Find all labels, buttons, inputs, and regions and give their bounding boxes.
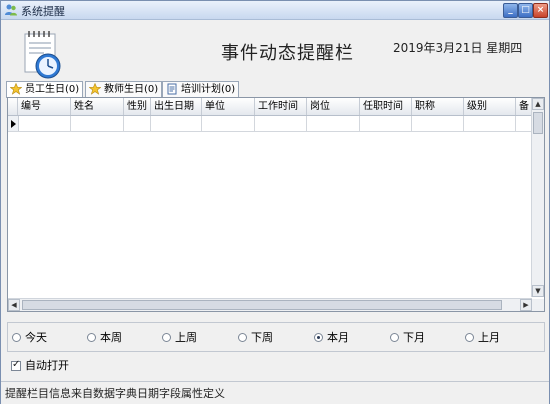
tab-label: 教师生日(0) <box>104 84 159 95</box>
radio-last-month[interactable]: 上月 <box>465 332 500 344</box>
table-cell[interactable] <box>202 116 255 131</box>
window-title: 系统提醒 <box>21 5 65 18</box>
radio-label: 上周 <box>175 331 197 344</box>
status-text: 提醒栏目信息来自数据字典日期字段属性定义 <box>5 387 225 400</box>
radio-indicator <box>390 333 399 342</box>
close-button[interactable]: × <box>533 3 548 18</box>
grid-header: 编号 姓名 性别 出生日期 单位 工作时间 岗位 任职时间 职称 级别 备注 <box>8 98 532 116</box>
col-header[interactable]: 姓名 <box>71 98 124 115</box>
radio-label: 本月 <box>327 331 349 344</box>
table-row[interactable] <box>8 116 532 132</box>
col-header[interactable]: 编号 <box>18 98 71 115</box>
col-header[interactable]: 岗位 <box>307 98 360 115</box>
checkbox-box <box>11 359 21 371</box>
page-title: 事件动态提醒栏 <box>221 43 354 64</box>
tab-label: 培训计划(0) <box>181 84 236 95</box>
radio-indicator <box>12 333 21 342</box>
scroll-up-button[interactable]: ▲ <box>532 98 544 110</box>
users-icon <box>5 4 17 16</box>
col-header[interactable]: 级别 <box>464 98 516 115</box>
table-cell[interactable] <box>412 116 464 131</box>
horizontal-scrollbar[interactable]: ◀ ▶ <box>8 298 532 311</box>
radio-this-month[interactable]: 本月 <box>314 332 349 344</box>
maximize-button[interactable]: □ <box>518 3 533 18</box>
notepad-clock-icon <box>24 31 61 79</box>
period-filter: 今天 本周 上周 下周 本月 下月 上月 <box>7 322 545 352</box>
radio-label: 本周 <box>100 331 122 344</box>
vertical-scrollbar[interactable]: ▲ ▼ <box>531 98 544 297</box>
scroll-down-button[interactable]: ▼ <box>532 285 544 297</box>
header-corner <box>8 98 18 115</box>
table-cell[interactable] <box>71 116 124 131</box>
star-icon <box>89 83 101 95</box>
scroll-right-button[interactable]: ▶ <box>520 299 532 311</box>
table-cell[interactable] <box>307 116 360 131</box>
col-header[interactable]: 出生日期 <box>151 98 202 115</box>
minimize-button[interactable]: _ <box>503 3 518 18</box>
radio-next-week[interactable]: 下周 <box>238 332 273 344</box>
table-cell[interactable] <box>18 116 71 131</box>
table-cell[interactable] <box>360 116 412 131</box>
radio-indicator <box>87 333 96 342</box>
status-bar: 提醒栏目信息来自数据字典日期字段属性定义 <box>1 381 549 404</box>
radio-indicator <box>465 333 474 342</box>
tab-teacher-birthday[interactable]: 教师生日(0) <box>85 81 162 97</box>
radio-label: 今天 <box>25 331 47 344</box>
horizontal-scroll-thumb[interactable] <box>22 300 502 310</box>
header-panel: 事件动态提醒栏 2019年3月21日 星期四 <box>1 20 549 80</box>
col-header[interactable]: 性别 <box>124 98 151 115</box>
radio-last-week[interactable]: 上周 <box>162 332 197 344</box>
radio-indicator <box>238 333 247 342</box>
col-header[interactable]: 职称 <box>412 98 464 115</box>
col-header[interactable]: 单位 <box>202 98 255 115</box>
radio-today[interactable]: 今天 <box>12 332 47 344</box>
checkbox-label: 自动打开 <box>25 359 69 372</box>
star-icon <box>10 83 22 95</box>
radio-label: 下周 <box>251 331 273 344</box>
data-grid[interactable]: 编号 姓名 性别 出生日期 单位 工作时间 岗位 任职时间 职称 级别 备注 <box>7 97 545 312</box>
radio-indicator <box>162 333 171 342</box>
tab-employee-birthday[interactable]: 员工生日(0) <box>6 81 83 98</box>
vertical-scroll-thumb[interactable] <box>533 112 543 134</box>
radio-this-week[interactable]: 本周 <box>87 332 122 344</box>
scroll-corner <box>532 299 544 311</box>
reminder-window: 系统提醒 _ □ × 事件动态提醒栏 2019年3月21日 星期四 员工生日(0… <box>0 0 550 404</box>
tab-training-plan[interactable]: 培训计划(0) <box>162 81 239 97</box>
table-cell[interactable] <box>464 116 516 131</box>
radio-next-month[interactable]: 下月 <box>390 332 425 344</box>
table-cell[interactable] <box>151 116 202 131</box>
document-icon <box>167 83 177 95</box>
col-header[interactable]: 任职时间 <box>360 98 412 115</box>
auto-open-checkbox[interactable]: 自动打开 <box>11 359 69 372</box>
col-header[interactable]: 工作时间 <box>255 98 307 115</box>
scroll-left-button[interactable]: ◀ <box>8 299 20 311</box>
table-cell[interactable] <box>255 116 307 131</box>
col-header[interactable]: 备注 <box>516 98 532 115</box>
current-date: 2019年3月21日 星期四 <box>393 41 523 55</box>
radio-indicator-selected <box>314 333 323 342</box>
radio-label: 下月 <box>403 331 425 344</box>
title-bar: 系统提醒 _ □ × <box>1 1 549 20</box>
table-cell[interactable] <box>124 116 151 131</box>
tab-label: 员工生日(0) <box>25 84 80 95</box>
radio-label: 上月 <box>478 331 500 344</box>
table-cell[interactable] <box>516 116 532 131</box>
